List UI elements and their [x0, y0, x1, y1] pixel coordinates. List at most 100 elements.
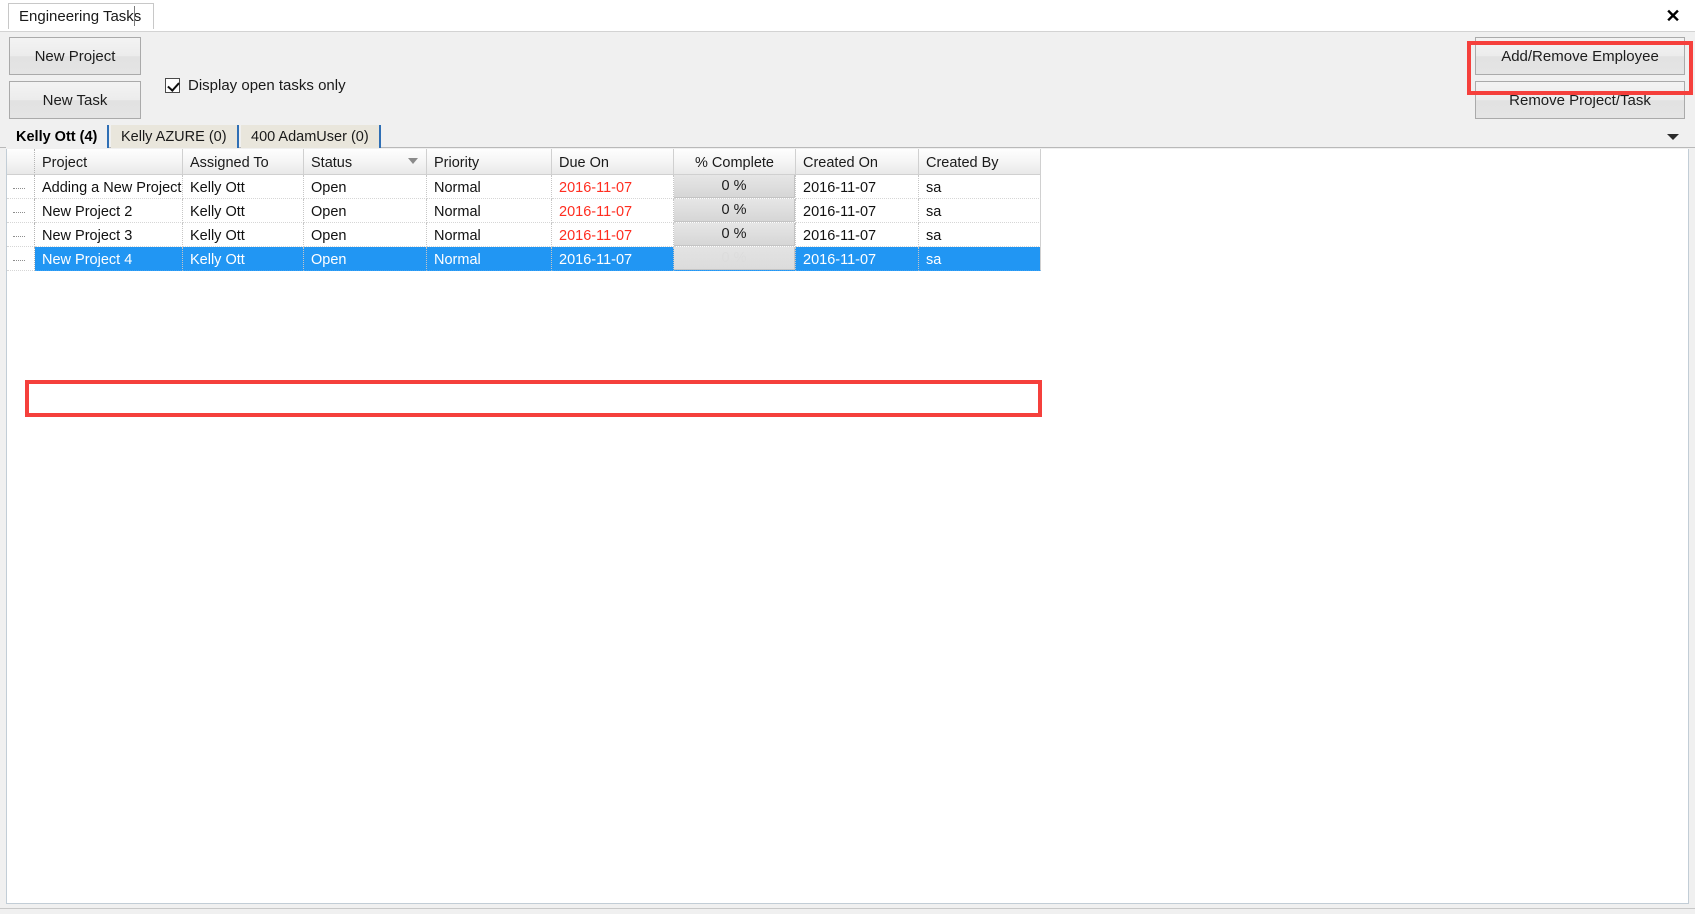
cell-status[interactable]: Open — [304, 247, 427, 271]
cell-text: 2016-11-07 — [559, 204, 633, 220]
column-header-created_by[interactable]: Created By — [919, 149, 1041, 175]
cell-text: Open — [311, 228, 347, 244]
column-header-label: Status — [311, 155, 353, 171]
cell-created_by[interactable]: sa — [919, 175, 1041, 199]
column-header-label: Project — [42, 155, 88, 171]
row-header-cell[interactable] — [7, 199, 35, 223]
cell-project[interactable]: New Project 4 — [35, 247, 183, 271]
row-header-cell[interactable] — [7, 223, 35, 247]
cell-priority[interactable]: Normal — [427, 223, 552, 247]
cell-created_on[interactable]: 2016-11-07 — [796, 223, 919, 247]
cell-project[interactable]: New Project 2 — [35, 199, 183, 223]
cell-text: 2016-11-07 — [803, 228, 877, 244]
column-header-created_on[interactable]: Created On — [796, 149, 919, 175]
cell-text: New Project 2 — [42, 204, 133, 220]
column-header-label: Assigned To — [190, 155, 269, 171]
cell-assigned_to[interactable]: Kelly Ott — [183, 223, 304, 247]
column-header-project[interactable]: Project — [35, 149, 183, 175]
table-row[interactable]: New Project 4 Kelly Ott Open Normal 2016-11-… — [7, 247, 1041, 271]
table-row[interactable]: New Project 2 Kelly Ott Open Normal 2016-11-… — [7, 199, 1041, 223]
cell-pct_complete[interactable]: 0 % — [674, 223, 796, 247]
cell-created_by[interactable]: sa — [919, 199, 1041, 223]
cell-text: Normal — [434, 204, 481, 220]
cell-text: Open — [311, 204, 347, 220]
cell-text: Normal — [434, 228, 481, 244]
cell-status[interactable]: Open — [304, 175, 427, 199]
cell-text: sa — [926, 252, 942, 268]
progress-bar-label: 0 % — [721, 202, 747, 218]
column-header-label: % Complete — [695, 155, 774, 171]
cell-text: New Project 3 — [42, 228, 133, 244]
employee-tab-0[interactable]: Kelly Ott (4) — [6, 125, 110, 148]
cell-status[interactable]: Open — [304, 199, 427, 223]
sort-descending-icon — [408, 158, 418, 164]
column-header-assigned_to[interactable]: Assigned To — [183, 149, 304, 175]
cell-text: 2016-11-07 — [559, 228, 633, 244]
progress-bar-label: 0 % — [721, 178, 747, 194]
tasks-grid-area: Project Assigned To Status Priority Due On % … — [6, 149, 1689, 904]
display-open-tasks-only-label: Display open tasks only — [188, 77, 346, 94]
cell-due_on[interactable]: 2016-11-07 — [552, 247, 674, 271]
cell-text: Open — [311, 252, 347, 268]
cell-text: Kelly Ott — [190, 180, 245, 196]
row-marker-icon — [13, 212, 25, 213]
close-icon[interactable]: ✕ — [1661, 4, 1685, 28]
cell-created_by[interactable]: sa — [919, 247, 1041, 271]
cell-text: Adding a New Project — [42, 180, 182, 196]
cell-status[interactable]: Open — [304, 223, 427, 247]
remove-project-task-button[interactable]: Remove Project/Task — [1475, 81, 1685, 119]
progress-bar-label: 0 % — [721, 250, 747, 266]
display-open-tasks-only-checkbox[interactable]: Display open tasks only — [165, 77, 346, 94]
cell-created_by[interactable]: sa — [919, 223, 1041, 247]
cell-text: 2016-11-07 — [559, 180, 633, 196]
progress-bar: 0 % — [674, 175, 795, 198]
employee-tab-label: 400 AdamUser (0) — [251, 129, 369, 145]
column-header-due_on[interactable]: Due On — [552, 149, 674, 175]
row-header-cell[interactable] — [7, 175, 35, 199]
checkbox-check-icon — [165, 78, 180, 93]
row-header-cell[interactable] — [7, 247, 35, 271]
table-row[interactable]: Adding a New Project Kelly Ott Open Normal 2… — [7, 175, 1041, 199]
titlebar: Engineering Tasks ✕ — [0, 0, 1695, 32]
cell-text: sa — [926, 180, 942, 196]
cell-due_on[interactable]: 2016-11-07 — [552, 199, 674, 223]
column-header-status[interactable]: Status — [304, 149, 427, 175]
cell-priority[interactable]: Normal — [427, 247, 552, 271]
cell-text: 2016-11-07 — [803, 252, 877, 268]
cell-project[interactable]: Adding a New Project — [35, 175, 183, 199]
employee-tab-2[interactable]: 400 AdamUser (0) — [241, 125, 381, 148]
progress-bar: 0 % — [674, 247, 795, 270]
annotation-highlight-selected-row — [25, 380, 1042, 417]
cell-due_on[interactable]: 2016-11-07 — [552, 175, 674, 199]
chevron-down-icon[interactable] — [1665, 128, 1681, 144]
progress-bar: 0 % — [674, 223, 795, 246]
table-row[interactable]: New Project 3 Kelly Ott Open Normal 2016-11-… — [7, 223, 1041, 247]
cell-pct_complete[interactable]: 0 % — [674, 199, 796, 223]
cell-priority[interactable]: Normal — [427, 175, 552, 199]
cell-priority[interactable]: Normal — [427, 199, 552, 223]
cell-assigned_to[interactable]: Kelly Ott — [183, 199, 304, 223]
column-header-priority[interactable]: Priority — [427, 149, 552, 175]
cell-assigned_to[interactable]: Kelly Ott — [183, 247, 304, 271]
progress-bar: 0 % — [674, 199, 795, 222]
new-project-button[interactable]: New Project — [9, 37, 141, 75]
column-header-pct_complete[interactable]: % Complete — [674, 149, 796, 175]
cell-text: sa — [926, 228, 942, 244]
cell-created_on[interactable]: 2016-11-07 — [796, 247, 919, 271]
cell-text: sa — [926, 204, 942, 220]
cell-created_on[interactable]: 2016-11-07 — [796, 175, 919, 199]
new-task-button[interactable]: New Task — [9, 81, 141, 119]
cell-project[interactable]: New Project 3 — [35, 223, 183, 247]
cell-pct_complete[interactable]: 0 % — [674, 247, 796, 271]
add-remove-employee-button[interactable]: Add/Remove Employee — [1475, 37, 1685, 75]
document-tab-engineering-tasks[interactable]: Engineering Tasks — [8, 3, 155, 29]
column-header-label: Created By — [926, 155, 999, 171]
column-header-label: Due On — [559, 155, 609, 171]
cell-assigned_to[interactable]: Kelly Ott — [183, 175, 304, 199]
employee-tab-1[interactable]: Kelly AZURE (0) — [111, 125, 239, 148]
cell-created_on[interactable]: 2016-11-07 — [796, 199, 919, 223]
cell-due_on[interactable]: 2016-11-07 — [552, 223, 674, 247]
cell-text: Normal — [434, 180, 481, 196]
row-marker-icon — [13, 188, 25, 189]
cell-pct_complete[interactable]: 0 % — [674, 175, 796, 199]
